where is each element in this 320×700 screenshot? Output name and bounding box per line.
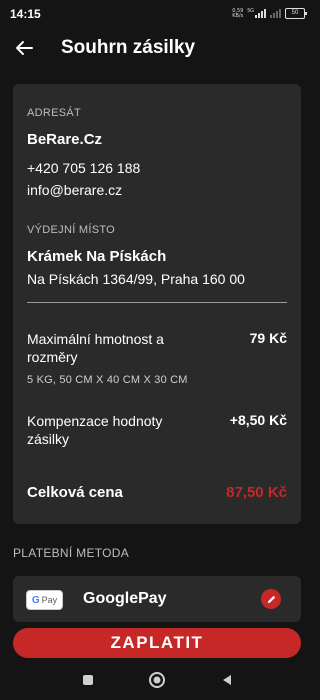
pickup-address: Na Pískách 1364/99, Praha 160 00	[27, 271, 245, 287]
circle-icon	[149, 672, 165, 688]
recipient-section-label: ADRESÁT	[27, 107, 82, 119]
pickup-name: Krámek Na Pískách	[27, 248, 167, 265]
google-pay-logo: G Pay	[26, 590, 63, 610]
back-button[interactable]	[12, 36, 36, 60]
total-label: Celková cena	[27, 484, 123, 501]
battery-icon: 50	[285, 8, 307, 19]
signal-icon	[255, 9, 266, 18]
item-value-dimensions: 79 Kč	[249, 330, 287, 346]
status-time: 14:15	[10, 7, 41, 21]
pickup-section-label: VÝDEJNÍ MÍSTO	[27, 224, 116, 236]
square-icon	[83, 675, 93, 685]
summary-card: ADRESÁT BeRare.Cz +420 705 126 188 info@…	[13, 84, 301, 524]
system-nav-bar	[0, 660, 315, 700]
nav-recents-button[interactable]	[78, 670, 98, 690]
nav-back-button[interactable]	[217, 670, 237, 690]
triangle-icon	[223, 675, 231, 685]
pay-button-label: ZAPLATIT	[110, 633, 204, 652]
pencil-icon	[267, 595, 275, 603]
pay-button[interactable]: ZAPLATIT	[13, 628, 301, 658]
network-type: 5G	[247, 8, 254, 14]
total-value: 87,50 Kč	[226, 484, 287, 501]
payment-method-name: GooglePay	[83, 590, 167, 607]
app-bar: Souhrn zásilky	[0, 26, 315, 70]
arrow-left-icon	[16, 41, 33, 55]
item-sub-dimensions: 5 KG, 50 CM X 40 CM X 30 CM	[27, 374, 188, 386]
divider	[27, 302, 287, 303]
network-speed: 0,59 KB/s	[232, 7, 244, 19]
recipient-email: info@berare.cz	[27, 182, 123, 198]
signal-icon-secondary	[270, 9, 281, 18]
nav-home-button[interactable]	[147, 670, 167, 690]
recipient-phone: +420 705 126 188	[27, 160, 141, 176]
recipient-name: BeRare.Cz	[27, 131, 103, 148]
edit-payment-button[interactable]	[261, 589, 281, 609]
page-title: Souhrn zásilky	[61, 37, 196, 58]
item-label-compensation: Kompenzace hodnoty zásilky	[27, 413, 163, 447]
item-value-compensation: +8,50 Kč	[229, 412, 287, 428]
payment-section-label: PLATEBNÍ METODA	[13, 546, 130, 560]
item-label-dimensions: Maximální hmotnost a rozměry	[27, 331, 164, 365]
status-icons: 0,59 KB/s 5G 50	[232, 7, 307, 19]
status-bar: 14:15 0,59 KB/s 5G 50	[0, 0, 315, 26]
payment-method-card[interactable]: G Pay GooglePay	[13, 576, 301, 622]
